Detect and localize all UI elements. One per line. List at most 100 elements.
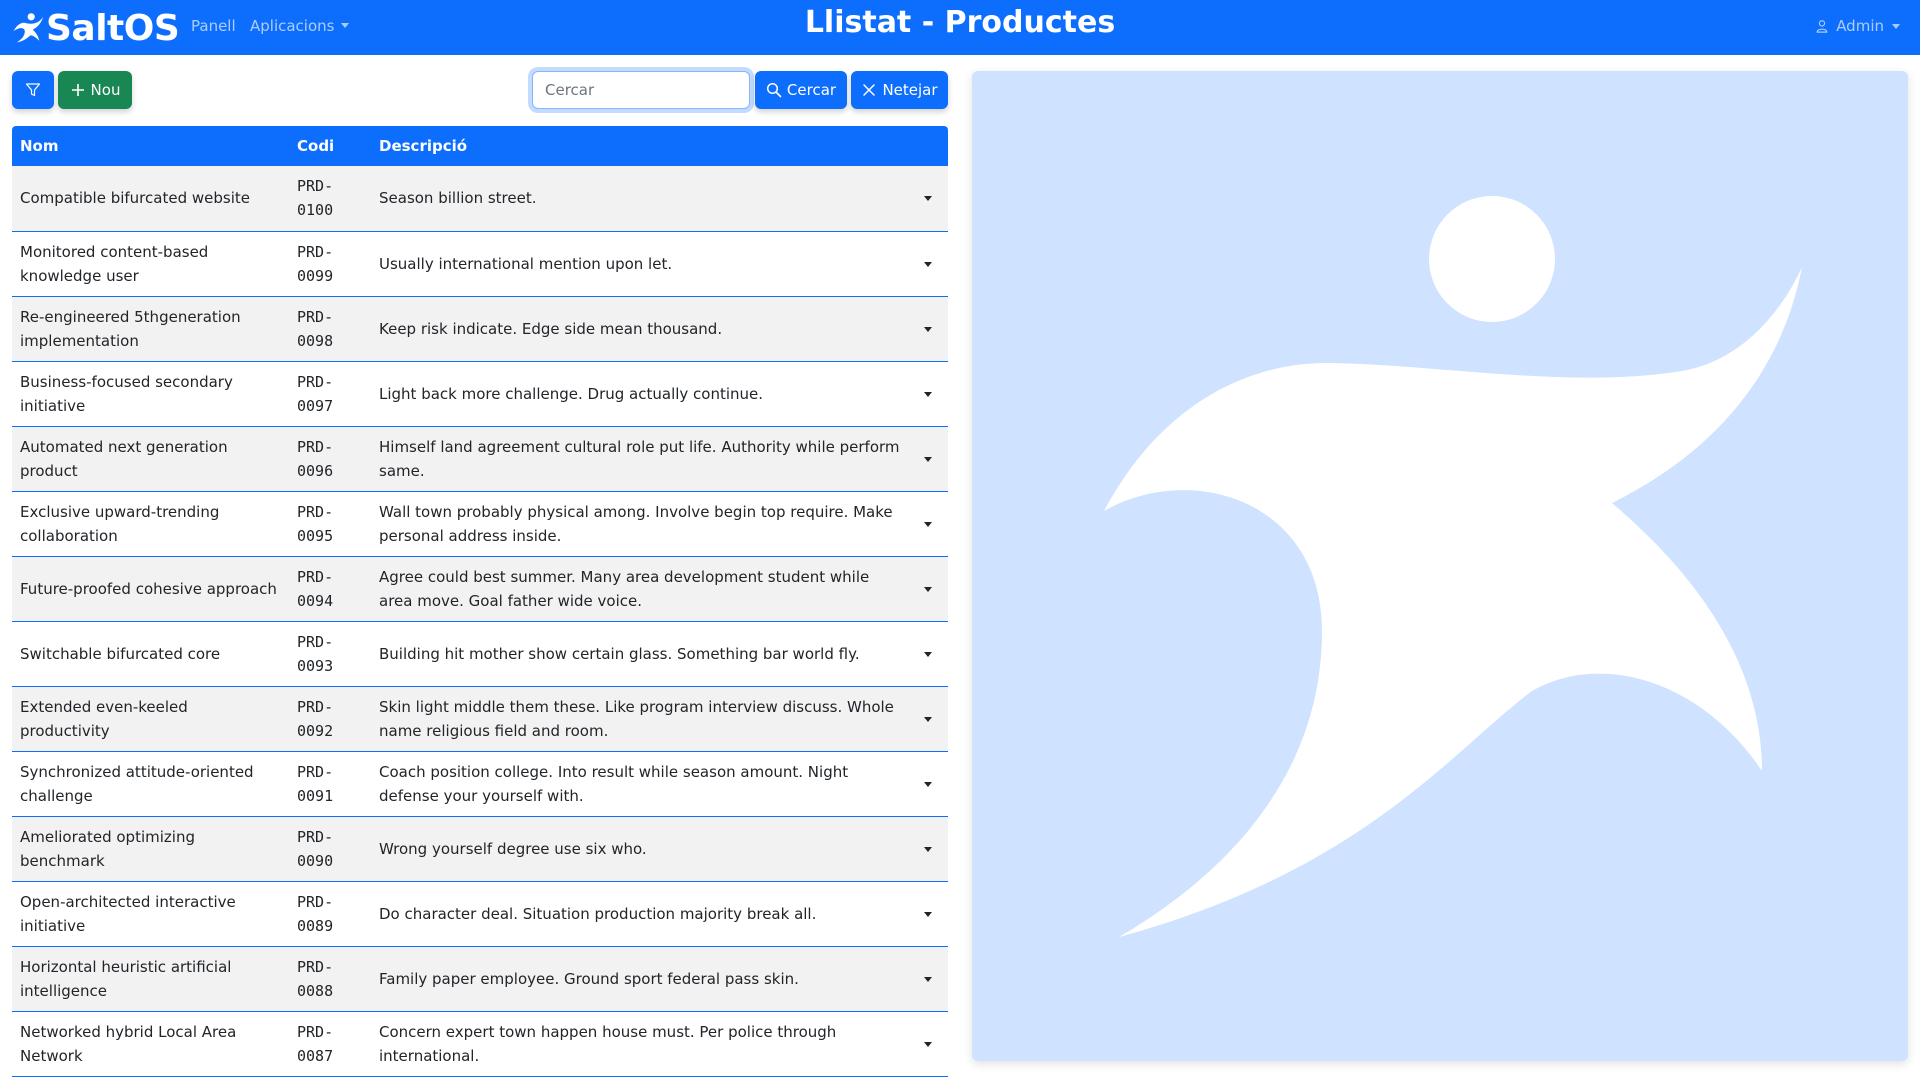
cell-descripcio: Coach position college. Into result whil…	[379, 762, 849, 805]
nav-link-panell-label: Panell	[191, 17, 236, 35]
code-prefix: PRD-	[297, 1022, 334, 1041]
plus-icon	[71, 84, 84, 96]
user-name: Admin	[1836, 17, 1884, 35]
table-row[interactable]: Business-focused secondary initiative PR…	[12, 361, 948, 426]
code-number: 0097	[297, 396, 334, 415]
table-row[interactable]: Compatible bifurcated website PRD- 0100 S…	[12, 166, 948, 231]
caret-down-icon	[924, 911, 932, 917]
column-header-descripcio[interactable]: Descripció	[371, 126, 908, 166]
filter-button[interactable]	[12, 71, 54, 109]
search-input[interactable]	[532, 71, 750, 109]
column-header-codi[interactable]: Codi	[289, 126, 371, 166]
row-actions-dropdown[interactable]	[908, 296, 948, 361]
row-actions-dropdown[interactable]	[908, 946, 948, 1011]
saltos-figure-icon	[1104, 196, 1802, 937]
products-table: Nom Codi Descripció Compatible bifurcate…	[12, 126, 948, 1077]
table-row[interactable]: Monitored content-based knowledge user P…	[12, 231, 948, 296]
clear-button[interactable]: Netejar	[851, 71, 948, 109]
caret-down-icon	[924, 521, 932, 527]
user-menu[interactable]: Admin	[1815, 17, 1900, 35]
caret-down-icon	[924, 1041, 932, 1047]
table-row[interactable]: Automated next generation product PRD- 00…	[12, 426, 948, 491]
brand-logo[interactable]: SaltOS	[12, 7, 180, 49]
table-row[interactable]: Networked hybrid Local Area Network PRD-…	[12, 1011, 948, 1076]
table-row[interactable]: Ameliorated optimizing benchmark PRD- 009…	[12, 816, 948, 881]
row-actions-dropdown[interactable]	[908, 426, 948, 491]
row-actions-dropdown[interactable]	[908, 556, 948, 621]
code-number: 0094	[297, 591, 334, 610]
nav-dropdown-aplicacions[interactable]: Aplicacions	[250, 17, 350, 35]
row-actions-dropdown[interactable]	[908, 166, 948, 231]
cell-nom: Horizontal heuristic artificial intellig…	[20, 957, 232, 1000]
cell-codi: PRD- 0097	[289, 361, 371, 426]
table-row[interactable]: Switchable bifurcated core PRD- 0093 Buil…	[12, 621, 948, 686]
brand-name: SaltOS	[46, 7, 180, 49]
chevron-down-icon	[1892, 23, 1900, 29]
column-header-nom[interactable]: Nom	[12, 126, 289, 166]
code-prefix: PRD-	[297, 697, 334, 716]
table-row[interactable]: Extended even-keeled productivity PRD- 00…	[12, 686, 948, 751]
row-actions-dropdown[interactable]	[908, 361, 948, 426]
cell-descripcio: Light back more challenge. Drug actually…	[379, 384, 764, 403]
search-icon	[766, 82, 782, 98]
row-actions-dropdown[interactable]	[908, 231, 948, 296]
cell-nom: Networked hybrid Local Area Network	[20, 1022, 237, 1065]
code-number: 0095	[297, 526, 334, 545]
preview-panel	[972, 71, 1908, 1061]
cell-descripcio: Building hit mother show certain glass. …	[379, 644, 860, 663]
caret-down-icon	[924, 196, 932, 202]
code-prefix: PRD-	[297, 437, 334, 456]
row-actions-dropdown[interactable]	[908, 491, 948, 556]
cell-codi: PRD- 0091	[289, 751, 371, 816]
table-row[interactable]: Open-architected interactive initiative …	[12, 881, 948, 946]
cell-codi: PRD- 0090	[289, 816, 371, 881]
new-button[interactable]: Nou	[58, 71, 132, 109]
code-number: 0093	[297, 656, 334, 675]
nav-link-panell[interactable]: Panell	[191, 17, 236, 35]
cell-nom: Compatible bifurcated website	[20, 189, 250, 208]
row-actions-dropdown[interactable]	[908, 1011, 948, 1076]
caret-down-icon	[924, 846, 932, 852]
row-actions-dropdown[interactable]	[908, 881, 948, 946]
cell-descripcio: Skin light middle them these. Like progr…	[379, 697, 894, 740]
cell-codi: PRD- 0088	[289, 946, 371, 1011]
row-actions-dropdown[interactable]	[908, 816, 948, 881]
cell-descripcio: Keep risk indicate. Edge side mean thous…	[379, 319, 723, 338]
cell-nom: Re-engineered 5thgeneration implementati…	[20, 307, 241, 350]
cell-nom: Open-architected interactive initiative	[20, 892, 236, 935]
code-prefix: PRD-	[297, 502, 334, 521]
cell-nom: Automated next generation product	[20, 437, 228, 480]
row-actions-dropdown[interactable]	[908, 686, 948, 751]
code-prefix: PRD-	[297, 892, 334, 911]
cell-descripcio: Concern expert town happen house must. P…	[379, 1022, 837, 1065]
cell-descripcio: Wrong yourself degree use six who.	[379, 839, 647, 858]
cell-nom: Exclusive upward-trending collaboration	[20, 502, 220, 545]
code-prefix: PRD-	[297, 307, 334, 326]
cell-nom: Business-focused secondary initiative	[20, 372, 233, 415]
cell-descripcio: Do character deal. Situation production …	[379, 904, 817, 923]
table-row[interactable]: Synchronized attitude-oriented challenge…	[12, 751, 948, 816]
cell-nom: Switchable bifurcated core	[20, 644, 221, 663]
code-number: 0088	[297, 981, 334, 1000]
caret-down-icon	[924, 391, 932, 397]
clear-button-label: Netejar	[882, 81, 938, 99]
cell-nom: Extended even-keeled productivity	[20, 697, 188, 740]
table-row[interactable]: Horizontal heuristic artificial intellig…	[12, 946, 948, 1011]
code-number: 0090	[297, 851, 334, 870]
cell-codi: PRD- 0096	[289, 426, 371, 491]
code-prefix: PRD-	[297, 957, 334, 976]
code-number: 0092	[297, 721, 334, 740]
row-actions-dropdown[interactable]	[908, 621, 948, 686]
cell-codi: PRD- 0098	[289, 296, 371, 361]
table-row[interactable]: Exclusive upward-trending collaboration …	[12, 491, 948, 556]
code-number: 0096	[297, 461, 334, 480]
code-prefix: PRD-	[297, 567, 334, 586]
search-button[interactable]: Cercar	[755, 71, 847, 109]
cell-codi: PRD- 0094	[289, 556, 371, 621]
row-actions-dropdown[interactable]	[908, 751, 948, 816]
code-prefix: PRD-	[297, 372, 334, 391]
caret-down-icon	[924, 586, 932, 592]
table-row[interactable]: Future-proofed cohesive approach PRD- 009…	[12, 556, 948, 621]
cell-codi: PRD- 0100	[289, 166, 371, 231]
table-row[interactable]: Re-engineered 5thgeneration implementati…	[12, 296, 948, 361]
